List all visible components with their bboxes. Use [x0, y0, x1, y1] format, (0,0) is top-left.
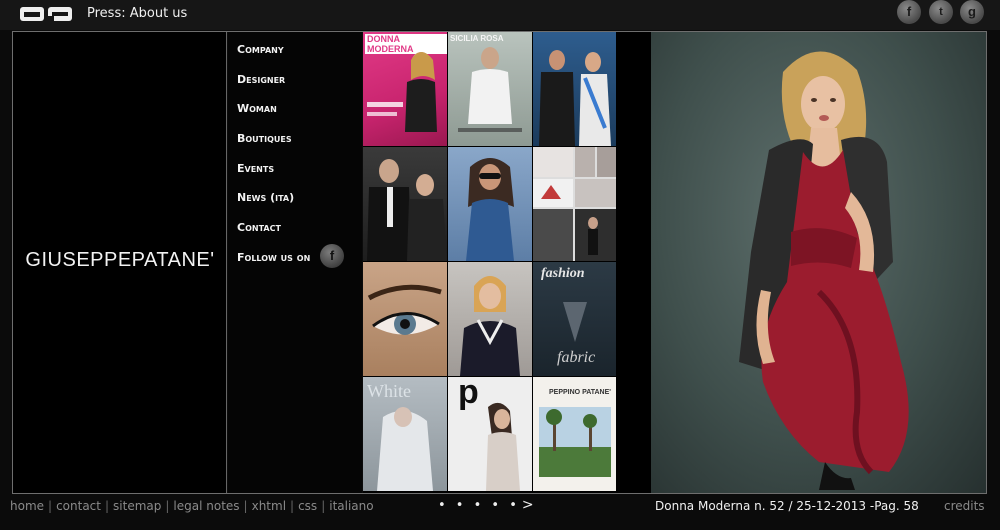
- page-title: Press: About us: [87, 6, 188, 21]
- press-thumbnail-grid: DONNA MODERNA SICILIA ROSA fashion fabri…: [363, 32, 617, 493]
- menu-item-contact[interactable]: Contact: [237, 221, 281, 234]
- thumbnail-fashion-magazine[interactable]: fashion fabric: [533, 262, 617, 376]
- thumbnail-white-magazine[interactable]: White: [363, 377, 447, 491]
- woman-red-dress-image: [739, 51, 909, 490]
- top-bar: Press: About us f t g: [0, 0, 1000, 30]
- footer-link-italiano[interactable]: italiano: [329, 499, 373, 513]
- woman-photo-image: [466, 158, 514, 261]
- footer: home | contact | sitemap | legal notes | xhtml | c…: [0, 495, 1000, 530]
- footer-separator: |: [48, 499, 53, 513]
- magazine-cover-image: [486, 402, 520, 491]
- magazine-cover-image: [458, 47, 522, 132]
- facebook-follow-icon[interactable]: f: [320, 244, 344, 268]
- thumbnail-collage[interactable]: [533, 147, 617, 261]
- magazine-cover-image: White: [367, 381, 433, 491]
- collage-image: [533, 147, 617, 261]
- twitter-icon[interactable]: t: [929, 0, 953, 24]
- menu-item-company[interactable]: Company: [237, 43, 284, 56]
- facebook-icon[interactable]: f: [897, 0, 921, 24]
- footer-separator: |: [321, 499, 326, 513]
- menu-item-designer[interactable]: Designer: [237, 73, 285, 86]
- spacer-column: [616, 32, 651, 493]
- brand-column: GIUSEPPEPATANE': [13, 32, 227, 493]
- featured-press-photo: [651, 32, 986, 493]
- footer-link-contact[interactable]: contact: [56, 499, 101, 513]
- thumbnail-sicilia-rosa[interactable]: SICILIA ROSA: [448, 32, 532, 146]
- magazine-cover-image: [367, 52, 437, 132]
- brand-name[interactable]: GIUSEPPEPATANE': [13, 249, 227, 272]
- main-frame: GIUSEPPEPATANE' Company Designer Woman B…: [12, 31, 987, 494]
- footer-separator: |: [165, 499, 170, 513]
- designers-photo-image: [367, 159, 447, 261]
- thumbnail-eye-closeup[interactable]: [363, 262, 447, 376]
- photo-caption: Donna Moderna n. 52 / 25-12-2013 -Pag. 5…: [655, 499, 919, 513]
- footer-separator: |: [290, 499, 295, 513]
- menu-item-events[interactable]: Events: [237, 162, 274, 175]
- menu-item-boutiques[interactable]: Boutiques: [237, 132, 292, 145]
- svg-text:White: White: [367, 381, 411, 401]
- google-icon[interactable]: g: [960, 0, 984, 24]
- menu-item-woman[interactable]: Woman: [237, 102, 277, 115]
- gallery-pager: • • • • • >: [438, 497, 534, 513]
- event-photo-image: [539, 50, 611, 146]
- garden-photo-image: [539, 407, 611, 477]
- main-menu: Company Designer Woman Boutiques Events …: [228, 32, 362, 493]
- thumbnail-p-magazine[interactable]: p: [448, 377, 532, 491]
- footer-separator: |: [243, 499, 248, 513]
- svg-text:fabric: fabric: [557, 349, 595, 366]
- footer-links: home | contact | sitemap | legal notes | xhtml | c…: [10, 499, 374, 513]
- thumbnail-donna-moderna[interactable]: DONNA MODERNA: [363, 32, 447, 146]
- pager-dots[interactable]: • • • • •: [438, 498, 520, 513]
- eye-closeup-image: [367, 284, 442, 335]
- thumbnail-designers-photo[interactable]: [363, 147, 447, 261]
- credits-link[interactable]: credits: [944, 499, 985, 513]
- thumbnail-woman-sunglasses[interactable]: [448, 147, 532, 261]
- model-photo-image: [460, 276, 520, 376]
- footer-link-legal-notes[interactable]: legal notes: [173, 499, 239, 513]
- footer-link-sitemap[interactable]: sitemap: [113, 499, 161, 513]
- thumbnail-peppino-patane[interactable]: PEPPINO PATANE': [533, 377, 617, 491]
- gp-logo[interactable]: [20, 7, 72, 21]
- footer-link-home[interactable]: home: [10, 499, 44, 513]
- menu-item-follow-us: Follow us on: [237, 251, 311, 264]
- footer-link-css[interactable]: css: [298, 499, 317, 513]
- footer-link-xhtml[interactable]: xhtml: [252, 499, 286, 513]
- magazine-cover-image: fabric: [557, 302, 595, 366]
- thumbnail-event-photo[interactable]: [533, 32, 617, 146]
- next-arrow-icon[interactable]: >: [522, 497, 534, 513]
- menu-item-news[interactable]: News (ita): [237, 191, 294, 204]
- footer-separator: |: [104, 499, 110, 513]
- thumbnail-blonde-model[interactable]: [448, 262, 532, 376]
